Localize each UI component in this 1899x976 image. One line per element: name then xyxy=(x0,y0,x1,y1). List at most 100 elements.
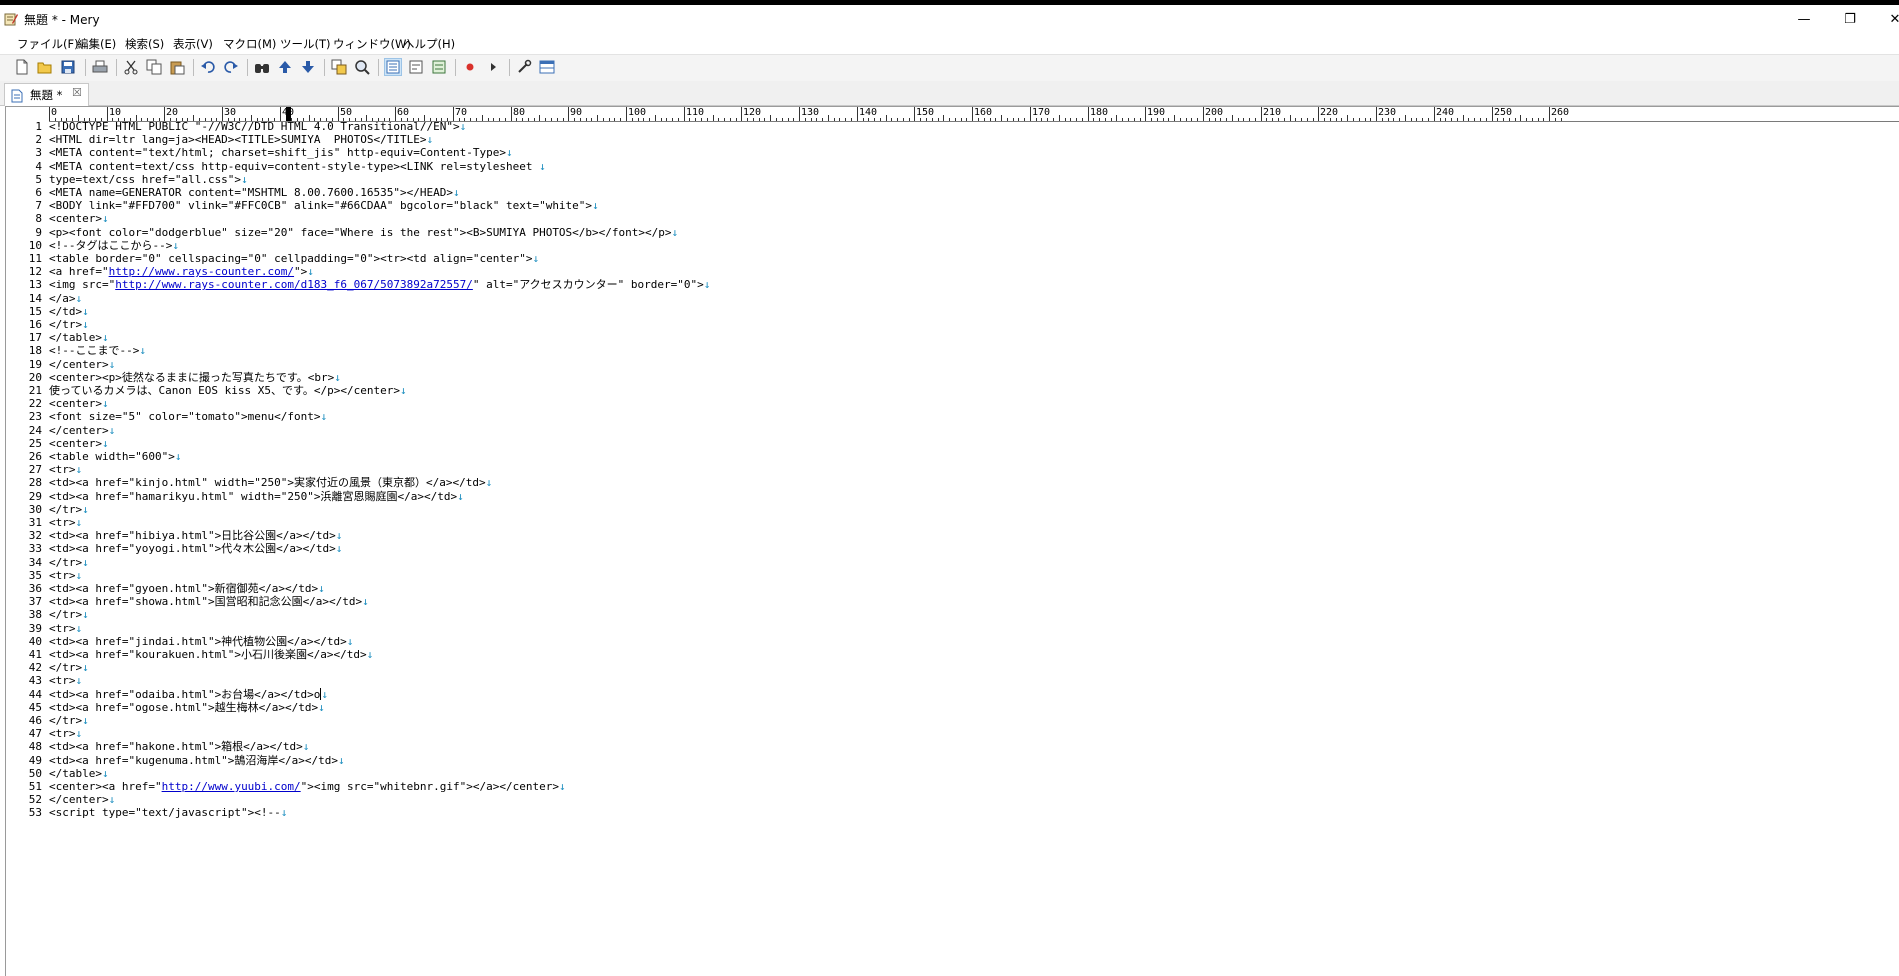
minimize-button[interactable]: — xyxy=(1781,5,1827,34)
ruler-label: 230 xyxy=(1378,107,1397,118)
menu-view[interactable]: 表示(V) xyxy=(173,36,213,52)
code-line[interactable]: <td><a href="kourakuen.html">小石川後楽園</a><… xyxy=(49,647,373,663)
code-text: <td><a href="hakone.html">箱根</a></td> xyxy=(49,740,303,753)
code-text: <!--ここまで--> xyxy=(49,344,140,357)
wrap-char-icon[interactable] xyxy=(408,59,424,75)
code-line[interactable]: <td><a href="showa.html">国営昭和記念公園</a></t… xyxy=(49,594,369,610)
ruler-label: 170 xyxy=(1032,107,1051,118)
wrap-window-icon[interactable] xyxy=(431,59,447,75)
save-icon[interactable] xyxy=(60,59,76,75)
line-end-mark: ↓ xyxy=(539,160,546,173)
line-end-mark: ↓ xyxy=(320,410,328,423)
line-end-mark: ↓ xyxy=(139,344,146,357)
ruler-label: 40 xyxy=(282,107,295,118)
options-icon[interactable] xyxy=(516,59,532,75)
toolbar-separator xyxy=(378,59,379,76)
ruler-label: 190 xyxy=(1147,107,1166,118)
ruler-label: 150 xyxy=(916,107,935,118)
code-line[interactable]: <td><a href="hamarikyu.html" width="250"… xyxy=(49,489,464,505)
code-text: <img src=" xyxy=(49,278,116,291)
line-end-mark: ↓ xyxy=(338,754,345,767)
ruler-label: 250 xyxy=(1494,107,1513,118)
new-file-icon[interactable] xyxy=(14,59,30,75)
ruler-label: 70 xyxy=(455,107,468,118)
toolbar-separator xyxy=(116,59,117,76)
code-text: <META content="text/html; charset=shift_… xyxy=(49,146,506,159)
restore-button[interactable]: ❐ xyxy=(1827,5,1873,34)
cut-icon[interactable] xyxy=(123,59,139,75)
print-icon[interactable] xyxy=(92,59,108,75)
toolbar-separator xyxy=(324,59,325,76)
line-end-mark: ↓ xyxy=(671,226,679,239)
code-text: <td><a href="kourakuen.html">小石川後楽園</a><… xyxy=(49,648,367,661)
code-text: <tr> xyxy=(49,674,76,687)
ruler-label: 180 xyxy=(1090,107,1109,118)
code-line[interactable]: <script type="text/javascript"><!--↓ xyxy=(49,805,287,821)
line-end-mark: ↓ xyxy=(703,278,711,291)
ruler-label: 0 xyxy=(51,107,58,118)
find-next-icon[interactable] xyxy=(300,59,316,75)
line-end-mark: ↓ xyxy=(82,714,89,727)
undo-icon[interactable] xyxy=(200,59,216,75)
find-prev-icon[interactable] xyxy=(277,59,293,75)
close-window-button[interactable]: ✕ xyxy=(1872,5,1899,34)
ruler-label: 140 xyxy=(859,107,878,118)
code-text: <td><a href="showa.html">国営昭和記念公園</a></t… xyxy=(49,595,363,608)
line-number: 53 xyxy=(28,806,42,819)
code-text: <td><a href="kinjo.html" width="250">実家付… xyxy=(49,476,486,489)
line-end-mark: ↓ xyxy=(108,424,116,437)
menu-tools[interactable]: ツール(T) xyxy=(280,36,331,52)
toolbar-separator xyxy=(247,59,248,76)
url-link[interactable]: http://www.rays-counter.com/d183_f6_067/… xyxy=(115,278,473,291)
tab-close-icon[interactable]: ☒ xyxy=(72,86,82,99)
mery-app-icon xyxy=(4,11,18,26)
code-text: <script type="text/javascript"><!-- xyxy=(49,806,281,819)
find-icon[interactable] xyxy=(254,59,270,75)
line-end-mark: ↓ xyxy=(82,608,89,621)
menu-window[interactable]: ウィンドウ(W) xyxy=(333,36,411,52)
ruler-label: 60 xyxy=(397,107,410,118)
toolbar-separator xyxy=(455,59,456,76)
code-line[interactable]: <td><a href="ogose.html">越生梅林</a></td>↓ xyxy=(49,700,325,716)
window-title: 無題 * - Mery xyxy=(24,13,100,27)
code-text-area[interactable]: <!DOCTYPE HTML PUBLIC "-//W3C//DTD HTML … xyxy=(49,120,1899,976)
menu-help[interactable]: ヘルプ(H) xyxy=(403,36,455,52)
tab-untitled[interactable]: 無題 * ☒ xyxy=(4,83,89,106)
menu-bar: ファイル(F) 編集(E) 検索(S) 表示(V) マクロ(M) ツール(T) … xyxy=(0,34,1899,54)
menu-edit[interactable]: 編集(E) xyxy=(77,36,116,52)
ruler-label: 120 xyxy=(743,107,762,118)
record-macro-icon[interactable] xyxy=(462,59,478,75)
line-end-mark: ↓ xyxy=(400,384,407,397)
code-line[interactable]: <center><a href="http://www.yuubi.com/">… xyxy=(49,779,566,795)
code-text: <td><a href="yoyogi.html">代々木公園</a></td> xyxy=(49,542,336,555)
run-macro-icon[interactable] xyxy=(485,59,501,75)
line-end-mark: ↓ xyxy=(505,146,513,159)
window-layout-icon[interactable] xyxy=(539,59,555,75)
open-folder-icon[interactable] xyxy=(37,59,53,75)
paste-icon[interactable] xyxy=(169,59,185,75)
code-line[interactable]: <BODY link="#FFD700" vlink="#FFC0CB" ali… xyxy=(49,198,599,214)
code-line[interactable]: <img src="http://www.rays-counter.com/d1… xyxy=(49,277,710,293)
code-text: "><img src="whitebnr.gif"></a></center> xyxy=(300,780,559,793)
menu-search[interactable]: 検索(S) xyxy=(125,36,164,52)
replace-icon[interactable] xyxy=(331,59,347,75)
code-line[interactable]: <td><a href="yoyogi.html">代々木公園</a></td>… xyxy=(49,541,342,557)
ruler-label: 110 xyxy=(686,107,705,118)
line-end-mark: ↓ xyxy=(318,701,325,714)
search-files-icon[interactable] xyxy=(354,59,370,75)
ruler-label: 200 xyxy=(1205,107,1224,118)
line-end-mark: ↓ xyxy=(558,780,566,793)
ruler-label: 160 xyxy=(974,107,993,118)
redo-icon[interactable] xyxy=(223,59,239,75)
copy-icon[interactable] xyxy=(146,59,162,75)
code-text: <BODY link="#FFD700" vlink="#FFC0CB" ali… xyxy=(49,199,593,212)
tab-label: 無題 * xyxy=(30,88,63,102)
menu-file[interactable]: ファイル(F) xyxy=(17,36,79,52)
menu-macro[interactable]: マクロ(M) xyxy=(223,36,276,52)
url-link[interactable]: http://www.yuubi.com/ xyxy=(162,780,301,793)
editor-area[interactable]: 0 10 20 30 40 50 60 70 80 90 100 110 120 130 140 150 160… xyxy=(5,106,1899,976)
document-icon xyxy=(11,88,23,107)
ruler-label: 30 xyxy=(224,107,237,118)
wrap-none-icon[interactable] xyxy=(384,58,402,76)
ruler-label: 10 xyxy=(109,107,122,118)
